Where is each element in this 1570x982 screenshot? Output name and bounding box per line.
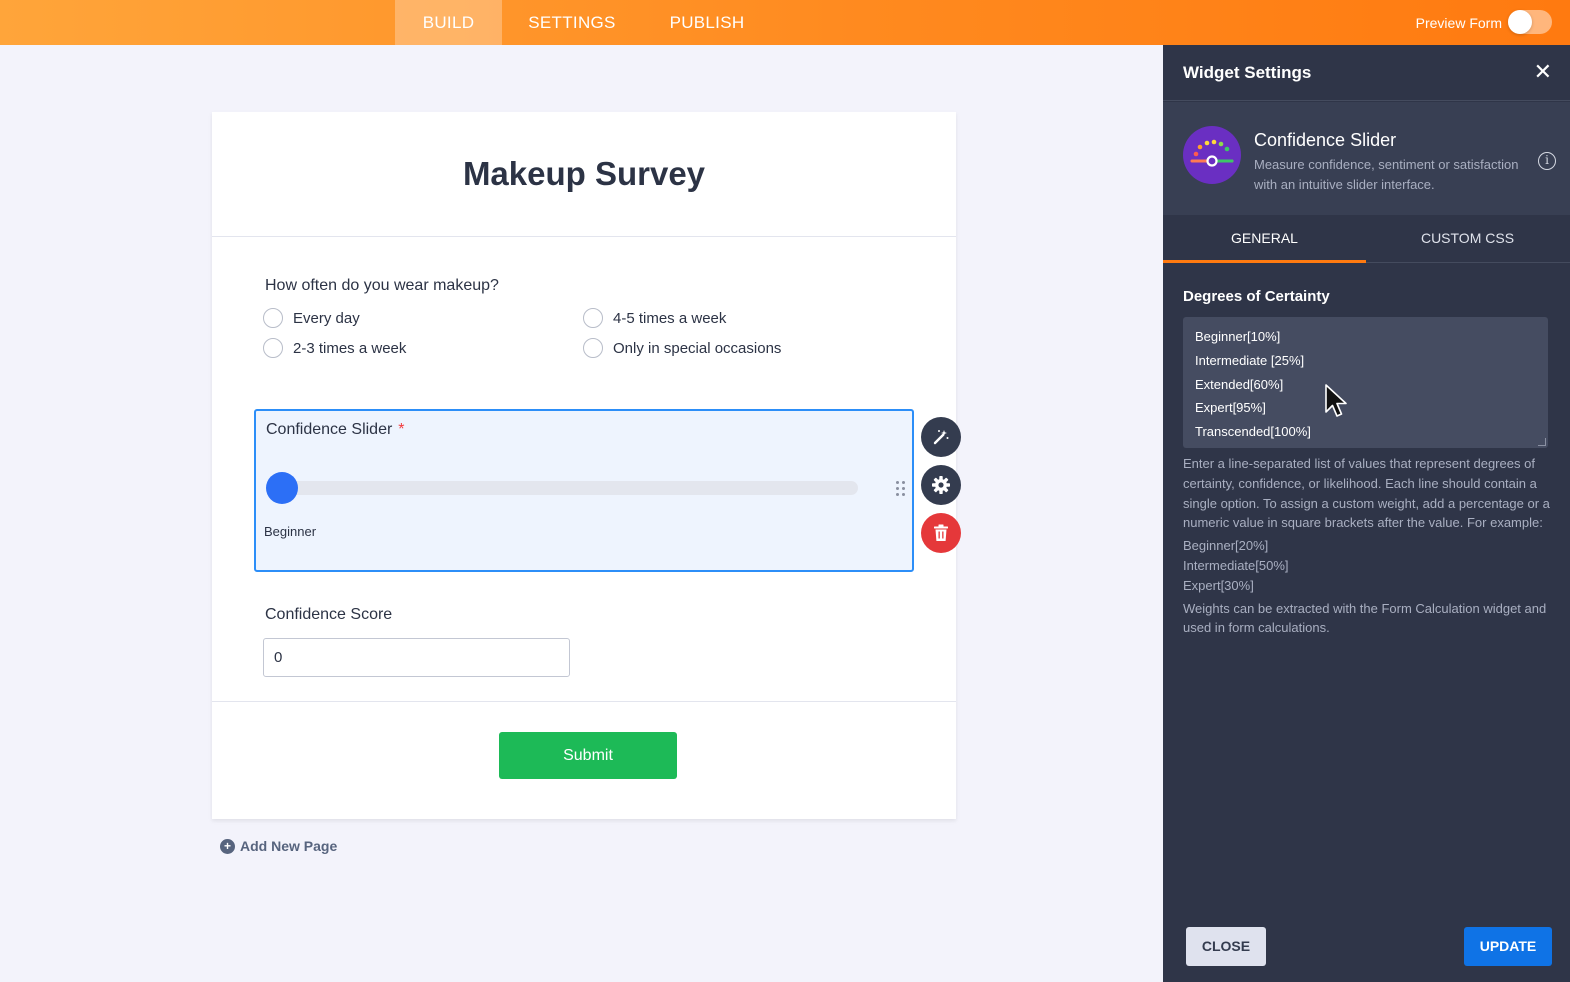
magic-wand-icon bbox=[933, 430, 949, 445]
drag-handle-icon[interactable] bbox=[896, 481, 908, 499]
radio-circle[interactable] bbox=[263, 338, 283, 358]
widget-name: Confidence Slider bbox=[1254, 130, 1397, 150]
field-settings-button[interactable] bbox=[921, 465, 961, 505]
magic-wand-button[interactable] bbox=[921, 417, 961, 457]
form-header: Makeup Survey bbox=[212, 112, 956, 237]
update-button[interactable]: UPDATE bbox=[1464, 927, 1552, 966]
confidence-score-label[interactable]: Confidence Score bbox=[265, 606, 392, 624]
radio-option-every-day[interactable]: Every day bbox=[263, 308, 360, 328]
close-icon[interactable]: ✕ bbox=[1534, 61, 1552, 83]
toggle-knob bbox=[1508, 10, 1532, 34]
panel-tabs: GENERAL CUSTOM CSS bbox=[1163, 215, 1570, 263]
help-text: Enter a line-separated list of values th… bbox=[1183, 454, 1553, 641]
help-example: Beginner[20%] bbox=[1183, 538, 1269, 554]
preview-form-label: Preview Form bbox=[1415, 15, 1502, 31]
degrees-of-certainty-label: Degrees of Certainty bbox=[1183, 288, 1330, 305]
divider bbox=[212, 701, 956, 702]
confidence-score-input[interactable] bbox=[263, 638, 570, 677]
degree-line: Transcended[100%] bbox=[1195, 424, 1311, 440]
info-icon[interactable]: i bbox=[1538, 152, 1556, 170]
widget-info-card: Confidence Slider Measure confidence, se… bbox=[1163, 102, 1570, 215]
slider-field-label[interactable]: Confidence Slider * bbox=[266, 421, 405, 439]
help-example: Intermediate[50%] bbox=[1183, 557, 1289, 573]
confidence-slider-logo bbox=[1183, 126, 1241, 184]
form-card: Makeup Survey How often do you wear make… bbox=[212, 112, 961, 819]
degrees-of-certainty-textarea[interactable]: Beginner[10%] Intermediate [25%] Extende… bbox=[1183, 317, 1548, 448]
preview-form-toggle[interactable] bbox=[1508, 10, 1552, 34]
close-button[interactable]: CLOSE bbox=[1186, 927, 1266, 966]
radio-label: Every day bbox=[293, 309, 360, 327]
radio-label: 2-3 times a week bbox=[293, 339, 407, 357]
required-marker: * bbox=[398, 421, 405, 438]
add-new-page-link[interactable]: + Add New Page bbox=[220, 838, 337, 854]
radio-label: Only in special occasions bbox=[613, 339, 782, 357]
delete-field-button[interactable] bbox=[921, 513, 961, 553]
help-example: Expert[30%] bbox=[1183, 577, 1254, 593]
tab-build[interactable]: BUILD bbox=[395, 0, 502, 45]
widget-description: Measure confidence, sentiment or satisfa… bbox=[1254, 157, 1519, 192]
degree-line: Beginner[10%] bbox=[1195, 329, 1281, 344]
slider-thumb[interactable] bbox=[266, 472, 298, 504]
plus-circle-icon: + bbox=[220, 838, 235, 854]
tab-general[interactable]: GENERAL bbox=[1163, 215, 1366, 263]
gear-icon bbox=[932, 476, 950, 494]
help-footer: Weights can be extracted with the Form C… bbox=[1183, 600, 1547, 636]
radio-option-4-5-times[interactable]: 4-5 times a week bbox=[583, 308, 726, 328]
radio-circle[interactable] bbox=[583, 338, 603, 358]
panel-title: Widget Settings bbox=[1183, 63, 1312, 82]
degree-line: Intermediate [25%] bbox=[1195, 352, 1305, 368]
form-title[interactable]: Makeup Survey bbox=[463, 155, 705, 193]
tab-custom-css[interactable]: CUSTOM CSS bbox=[1366, 215, 1569, 263]
slider-value-label: Beginner bbox=[264, 524, 317, 539]
radio-circle[interactable] bbox=[263, 308, 283, 328]
radio-option-2-3-times[interactable]: 2-3 times a week bbox=[263, 338, 406, 358]
panel-header: Widget Settings ✕ bbox=[1163, 45, 1570, 101]
degree-line: Extended[60%] bbox=[1195, 376, 1284, 392]
mouse-cursor-icon bbox=[1325, 384, 1347, 417]
trash-icon bbox=[934, 524, 948, 541]
tab-publish[interactable]: PUBLISH bbox=[655, 0, 759, 45]
radio-circle[interactable] bbox=[583, 308, 603, 328]
slider-label-text: Confidence Slider bbox=[266, 421, 393, 438]
degree-line: Expert[95%] bbox=[1195, 400, 1266, 416]
confidence-slider-field[interactable]: Confidence Slider * Beginner bbox=[254, 409, 914, 572]
radio-option-special-occasions[interactable]: Only in special occasions bbox=[583, 338, 781, 358]
widget-settings-panel: Widget Settings ✕ Confidence Slider Meas… bbox=[1163, 45, 1570, 982]
resize-grip-icon[interactable] bbox=[1538, 438, 1546, 446]
slider-track[interactable] bbox=[266, 472, 858, 504]
submit-button[interactable]: Submit bbox=[499, 732, 677, 779]
question-label[interactable]: How often do you wear makeup? bbox=[265, 277, 499, 295]
add-new-page-label: Add New Page bbox=[240, 838, 338, 854]
help-paragraph: Enter a line-separated list of values th… bbox=[1183, 456, 1550, 531]
top-navigation-bar: BUILD SETTINGS PUBLISH Preview Form bbox=[0, 0, 1570, 45]
radio-label: 4-5 times a week bbox=[613, 309, 727, 327]
tab-settings[interactable]: SETTINGS bbox=[512, 0, 632, 45]
